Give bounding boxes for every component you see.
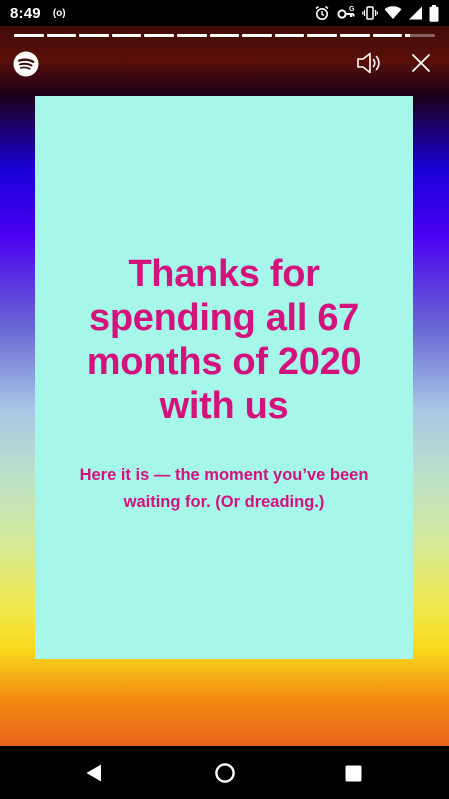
status-time: 8:49 bbox=[10, 4, 41, 22]
navigation-bar bbox=[0, 746, 449, 799]
card-title: Thanks for spending all 67 months of 202… bbox=[86, 253, 362, 427]
signal-icon bbox=[408, 5, 423, 21]
progress-segment bbox=[340, 34, 370, 37]
progress-segment bbox=[242, 34, 272, 37]
card-subtitle: Here it is — the moment you’ve been wait… bbox=[79, 466, 369, 511]
spotify-icon[interactable] bbox=[13, 51, 39, 82]
progress-segment bbox=[372, 34, 403, 37]
progress-segment bbox=[79, 34, 109, 37]
battery-icon bbox=[429, 4, 439, 22]
progress-segment bbox=[14, 34, 44, 37]
back-icon[interactable] bbox=[85, 763, 103, 788]
vibrate-icon bbox=[362, 5, 378, 21]
volume-icon[interactable] bbox=[355, 50, 383, 81]
radio-indicator: (o) bbox=[52, 7, 66, 19]
story-header bbox=[0, 44, 449, 84]
progress-segment bbox=[209, 34, 240, 37]
progress-segment bbox=[307, 34, 338, 37]
story-card[interactable]: Thanks for spending all 67 months of 202… bbox=[35, 96, 413, 659]
story-screen[interactable]: 8:49 (o) G Thanks for spending all 67 mo… bbox=[0, 0, 449, 799]
status-icons: G bbox=[314, 4, 439, 22]
progress-segment bbox=[177, 34, 207, 37]
wifi-icon bbox=[384, 5, 402, 21]
status-bar: 8:49 (o) G bbox=[0, 0, 449, 26]
story-progress-bar bbox=[14, 34, 435, 37]
progress-segment bbox=[405, 34, 435, 37]
progress-segment bbox=[274, 34, 305, 37]
progress-segment bbox=[111, 34, 142, 37]
alarm-icon bbox=[314, 5, 330, 21]
svg-text:G: G bbox=[349, 6, 355, 13]
home-icon[interactable] bbox=[214, 762, 236, 789]
vpn-key-icon: G bbox=[336, 5, 356, 21]
progress-segment bbox=[144, 34, 175, 37]
progress-segment-fill bbox=[405, 34, 410, 37]
close-icon[interactable] bbox=[410, 52, 432, 79]
recents-icon[interactable] bbox=[345, 765, 362, 787]
progress-segment bbox=[46, 34, 77, 37]
